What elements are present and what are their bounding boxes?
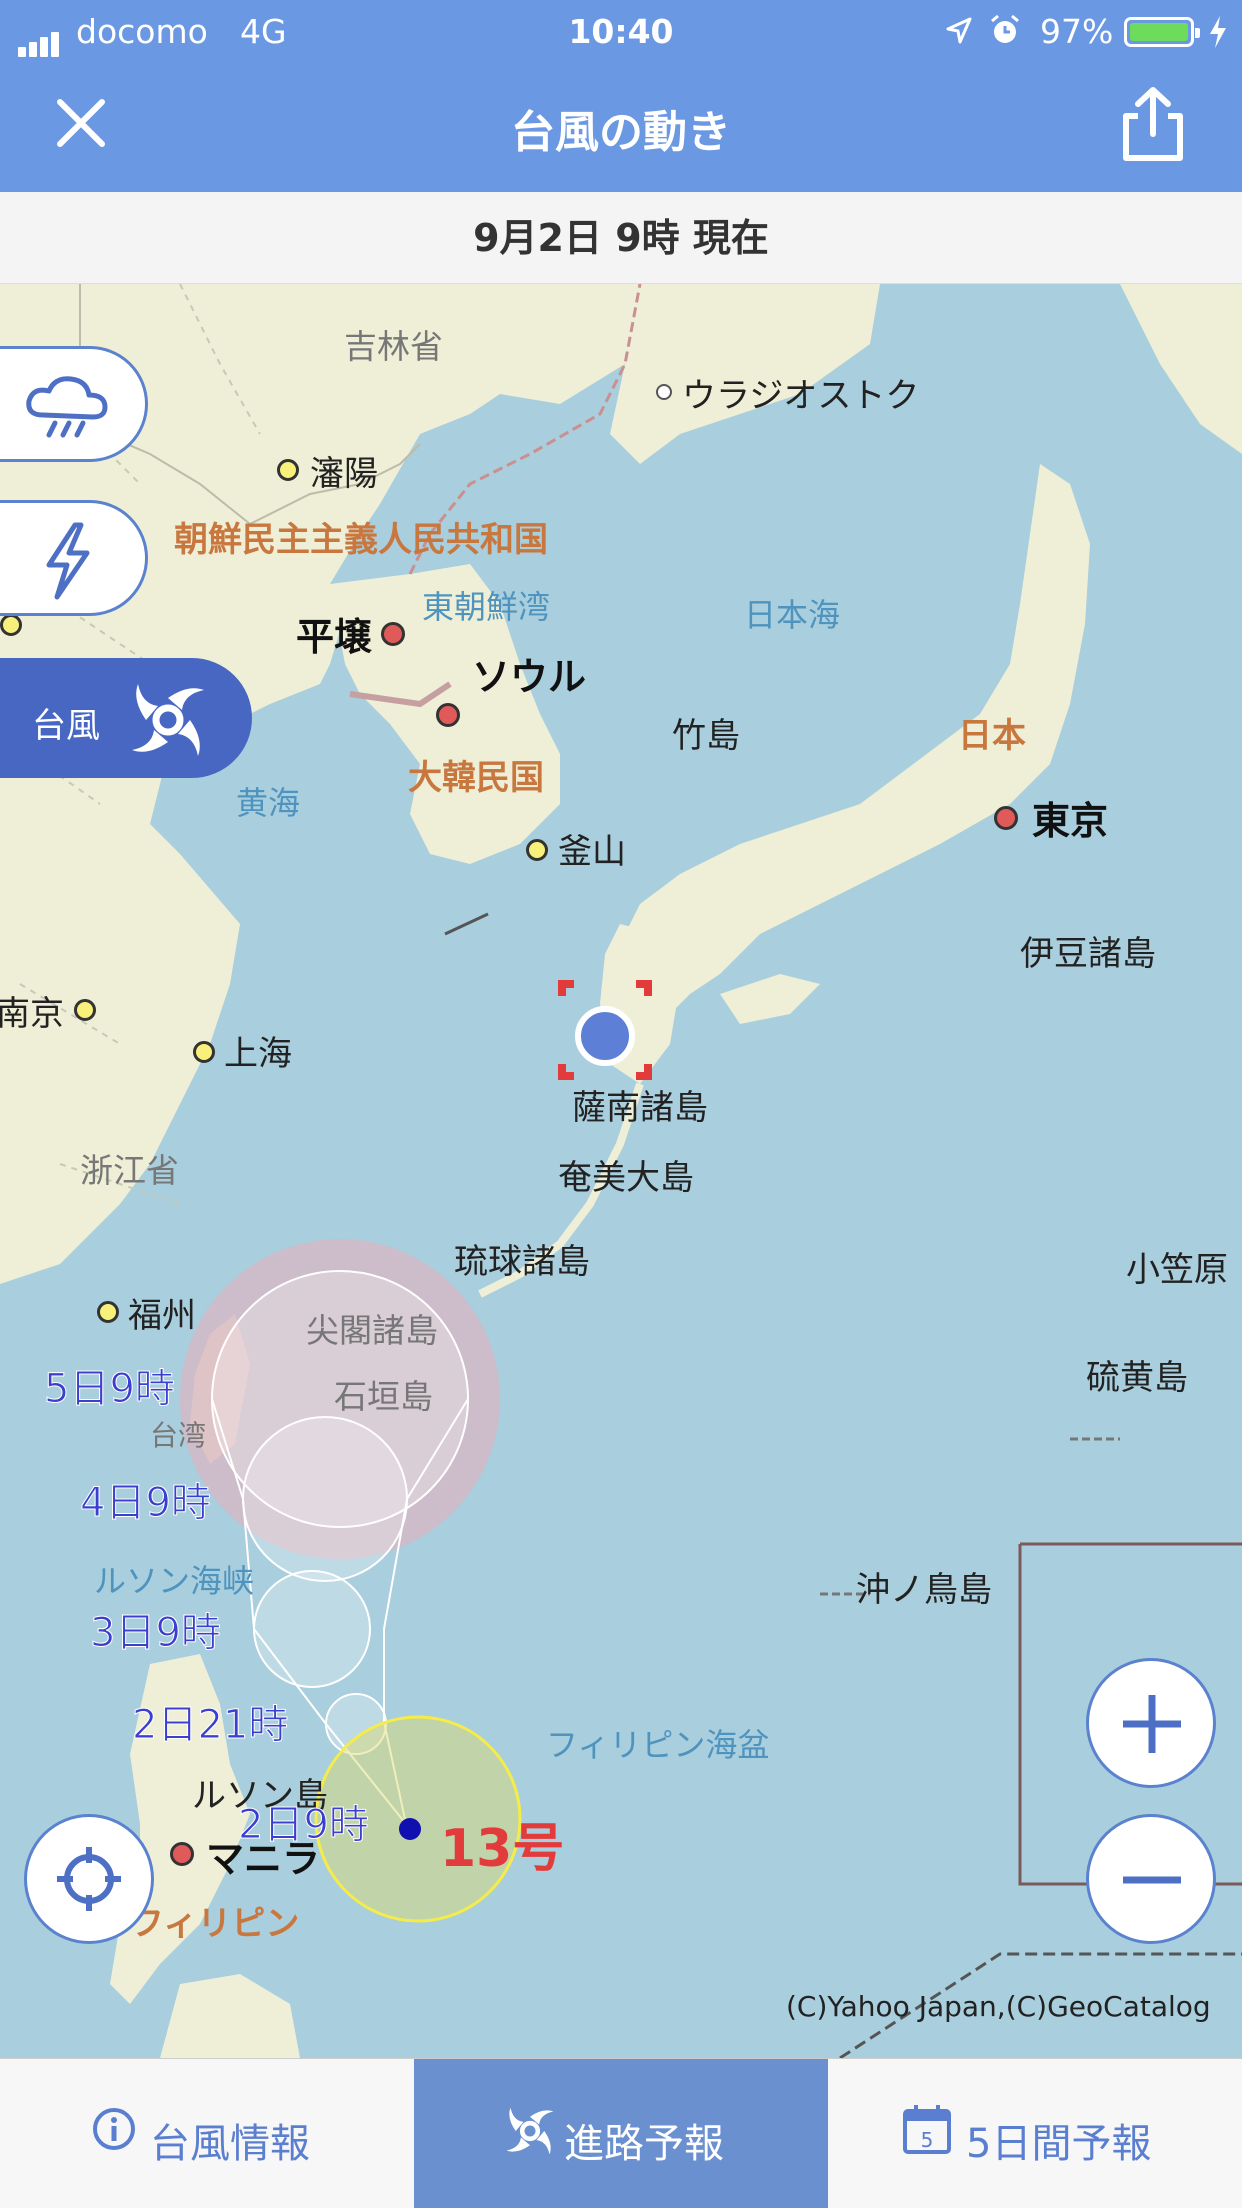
city-dot	[74, 999, 96, 1021]
battery-percent: 97%	[1040, 12, 1114, 51]
place-label: 奄美大島	[558, 1158, 694, 1198]
info-icon	[93, 2108, 135, 2150]
city-dot	[170, 1842, 194, 1866]
tab-typhoon-info[interactable]: 台風情報	[0, 2059, 414, 2208]
place-label: 伊豆諸島	[1020, 934, 1156, 974]
location-arrow-icon	[946, 17, 972, 44]
forecast-time-label: 2日9時	[238, 1802, 370, 1849]
place-label: 南京	[0, 994, 64, 1034]
city-dot	[526, 839, 548, 861]
place-label: 薩南諸島	[572, 1088, 708, 1128]
forecast-time-label: 4日9時	[80, 1480, 212, 1527]
place-label: 尖閣諸島	[306, 1311, 438, 1350]
city-dot	[436, 703, 460, 727]
crosshair-icon	[57, 1847, 121, 1911]
place-label: 竹島	[672, 716, 740, 756]
place-label: 大韓民国	[408, 758, 544, 798]
charging-bolt-icon	[1210, 16, 1226, 48]
battery-icon	[1124, 17, 1200, 47]
place-label: 硫黄島	[1086, 1358, 1188, 1398]
status-bar: docomo 4G 10:40 97%	[0, 0, 1242, 62]
place-label: 日本	[958, 716, 1026, 756]
top-bar: docomo 4G 10:40 97% 台風の動き	[0, 0, 1242, 192]
place-label: 吉林省	[344, 327, 443, 366]
typhoon-number-label: 13号	[440, 1819, 565, 1879]
current-date-header: 9月2日 9時 現在	[0, 192, 1242, 284]
share-icon[interactable]	[1118, 84, 1188, 164]
typhoon-icon	[506, 2107, 554, 2155]
city-dot	[97, 1301, 119, 1323]
place-label: ルソン海峡	[94, 1562, 255, 1600]
rain-layer-button[interactable]	[0, 346, 148, 462]
locate-button[interactable]	[24, 1814, 154, 1944]
city-dot	[994, 806, 1018, 830]
tab-five-day-forecast[interactable]: 5 5日間予報	[828, 2059, 1242, 2208]
city-dot	[193, 1041, 215, 1063]
alarm-icon	[991, 14, 1019, 43]
lightning-icon	[46, 522, 90, 600]
calendar-icon: 5	[903, 2105, 951, 2154]
calendar-icon-number: 5	[921, 2128, 934, 2152]
typhoon-layer-button[interactable]: 台風	[0, 658, 252, 778]
place-label: 釜山	[558, 832, 626, 872]
place-label: 黄海	[236, 784, 301, 822]
tab-label: 進路予報	[564, 2121, 724, 2167]
place-label: ソウル	[472, 655, 587, 699]
rain-cloud-icon	[26, 376, 108, 438]
forecast-time-label: 3日9時	[90, 1610, 222, 1657]
forecast-time-label: 5日9時	[44, 1366, 176, 1413]
tab-label: 5日間予報	[966, 2121, 1152, 2167]
place-label: 東朝鮮湾	[422, 588, 551, 626]
place-label: 瀋陽	[310, 454, 378, 494]
place-label: 平壌	[296, 615, 373, 659]
city-dot	[277, 459, 299, 481]
map-credit: (C)Yahoo Japan,(C)GeoCatalog	[786, 1990, 1211, 2023]
typhoon-layer-label: 台風	[32, 706, 100, 746]
place-label: フィリピン	[130, 1904, 300, 1944]
place-label: 浙江省	[80, 1151, 179, 1190]
place-label: 日本海	[744, 596, 841, 634]
zoom-out-button[interactable]	[1086, 1814, 1216, 1944]
plus-icon	[1123, 1695, 1181, 1753]
place-label: 台湾	[150, 1419, 207, 1452]
city-dot	[381, 622, 405, 646]
place-label: 沖ノ鳥島	[856, 1570, 992, 1610]
typhoon-icon	[132, 684, 204, 756]
place-label: 東京	[1032, 799, 1109, 843]
page-title: 台風の動き	[511, 107, 731, 158]
place-label: 小笠原	[1126, 1250, 1228, 1290]
typhoon-center	[399, 1818, 421, 1840]
place-label: フィリピン海盆	[546, 1726, 770, 1764]
city-dot	[0, 614, 22, 636]
tab-track-forecast[interactable]: 進路予報	[414, 2059, 828, 2208]
lightning-layer-button[interactable]	[0, 500, 148, 616]
place-label: 石垣島	[334, 1377, 433, 1416]
typhoon-map[interactable]: 吉林省 ウラジオストク 瀋陽 朝鮮民主主義人民共和国 平壌 東朝鮮湾 日本海 ソ…	[0, 284, 1242, 2058]
place-label: 上海	[224, 1034, 292, 1074]
place-label: 琉球諸島	[454, 1242, 590, 1282]
zoom-in-button[interactable]	[1086, 1658, 1216, 1788]
tab-label: 台風情報	[150, 2121, 310, 2167]
minus-icon	[1123, 1876, 1181, 1884]
city-dot	[656, 384, 672, 400]
bottom-tab-bar: 台風情報 進路予報 5 5日間予報	[0, 2058, 1242, 2208]
place-label: 福州	[128, 1296, 196, 1336]
place-label: 朝鮮民主主義人民共和国	[174, 520, 548, 560]
forecast-time-label: 2日21時	[131, 1702, 289, 1749]
place-label: ウラジオストク	[682, 376, 920, 416]
